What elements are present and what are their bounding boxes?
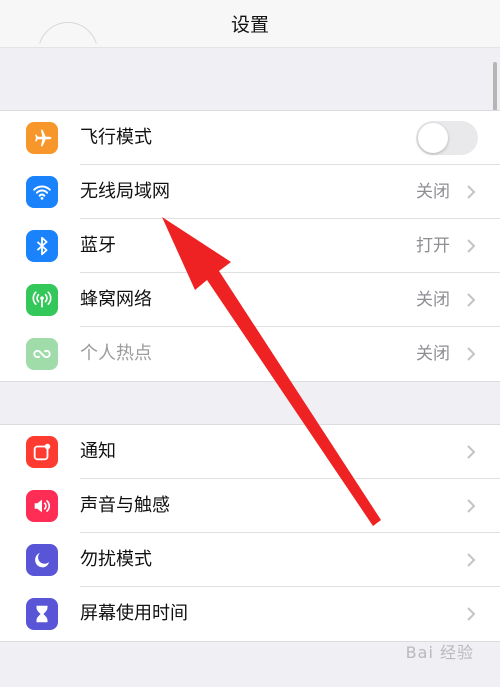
settings-row-airplane-mode[interactable]: 飞行模式 (0, 111, 500, 165)
settings-row-label: 通知 (80, 441, 116, 462)
settings-row-label: 声音与触感 (80, 495, 170, 516)
hotspot-icon (26, 338, 58, 370)
settings-row-wifi[interactable]: 无线局域网 关闭 (0, 165, 500, 219)
chevron-right-icon (467, 499, 476, 513)
settings-row-label: 蓝牙 (80, 235, 116, 256)
settings-row-label: 蜂窝网络 (80, 289, 152, 310)
settings-row-label: 勿扰模式 (80, 549, 152, 570)
chevron-right-icon (467, 239, 476, 253)
settings-row-label: 无线局域网 (80, 181, 170, 202)
wifi-status: 关闭 (416, 182, 450, 202)
settings-row-label: 屏幕使用时间 (80, 603, 188, 624)
profile-avatar-edge[interactable] (38, 22, 98, 44)
chevron-right-icon (467, 347, 476, 361)
bluetooth-status: 打开 (416, 236, 450, 256)
chevron-right-icon (467, 553, 476, 567)
hourglass-icon (26, 598, 58, 630)
page-title: 设置 (230, 14, 269, 36)
navigation-bar: 设置 (0, 0, 500, 48)
airplane-icon (26, 122, 58, 154)
chevron-right-icon (467, 185, 476, 199)
settings-row-cellular[interactable]: 蜂窝网络 关闭 (0, 273, 500, 327)
settings-row-sounds[interactable]: 声音与触感 (0, 479, 500, 533)
bluetooth-icon (26, 230, 58, 262)
airplane-mode-toggle[interactable] (416, 121, 478, 155)
sounds-icon (26, 490, 58, 522)
chevron-right-icon (467, 445, 476, 459)
wifi-icon (26, 176, 58, 208)
chevron-right-icon (467, 607, 476, 621)
settings-row-screen-time[interactable]: 屏幕使用时间 (0, 587, 500, 641)
chevron-right-icon (467, 293, 476, 307)
settings-group-notifications: 通知 声音与触感 勿扰模式 屏幕使用时间 (0, 424, 500, 642)
settings-row-personal-hotspot[interactable]: 个人热点 关闭 (0, 327, 500, 381)
settings-group-connectivity: 飞行模式 无线局域网 关闭 蓝牙 打开 蜂窝网络 关闭 个人热点 关闭 (0, 110, 500, 382)
settings-row-notifications[interactable]: 通知 (0, 425, 500, 479)
watermark: Bai 经验 (405, 643, 474, 662)
settings-row-do-not-disturb[interactable]: 勿扰模式 (0, 533, 500, 587)
cellular-icon (26, 284, 58, 316)
settings-row-bluetooth[interactable]: 蓝牙 打开 (0, 219, 500, 273)
settings-row-label: 飞行模式 (80, 127, 152, 148)
cellular-status: 关闭 (416, 290, 450, 310)
toggle-knob (418, 123, 448, 153)
settings-row-label: 个人热点 (80, 343, 152, 364)
hotspot-status: 关闭 (416, 344, 450, 364)
notifications-icon (26, 436, 58, 468)
moon-icon (26, 544, 58, 576)
